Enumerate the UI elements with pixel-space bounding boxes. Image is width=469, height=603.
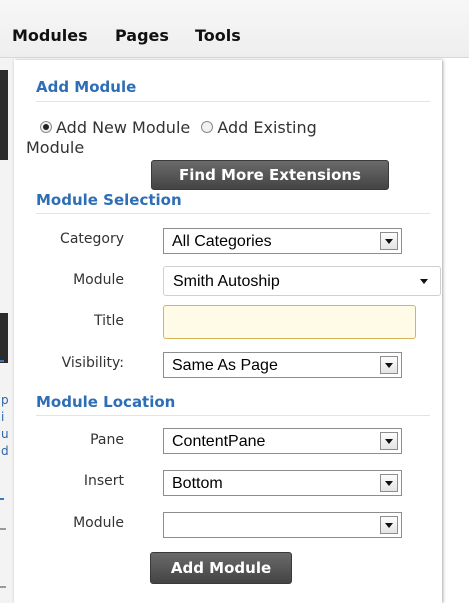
top-menu-bar: Modules Pages Tools bbox=[0, 0, 469, 58]
blue-mark bbox=[0, 360, 4, 362]
background-page-strip: p i u d bbox=[0, 58, 14, 603]
pane-label: Pane bbox=[90, 432, 124, 448]
dark-bar bbox=[0, 70, 8, 160]
menu-modules[interactable]: Modules bbox=[12, 26, 88, 45]
section-divider bbox=[36, 213, 430, 214]
module-type-radio-group: Add New Module Add Existing bbox=[40, 118, 420, 138]
pane-select-value: ContentPane bbox=[172, 433, 266, 450]
chevron-down-icon[interactable] bbox=[380, 474, 398, 492]
insert-select[interactable]: Bottom bbox=[163, 470, 402, 496]
dark-bar bbox=[0, 313, 8, 363]
radio-add-existing-module[interactable] bbox=[201, 121, 214, 133]
module-label: Module bbox=[73, 272, 124, 288]
grey-mark bbox=[0, 528, 6, 530]
add-module-button[interactable]: Add Module bbox=[150, 552, 292, 584]
chevron-down-icon[interactable] bbox=[380, 232, 398, 250]
find-more-extensions-button[interactable]: Find More Extensions bbox=[151, 160, 389, 190]
location-module-select[interactable] bbox=[163, 512, 402, 538]
blue-mark bbox=[0, 498, 4, 500]
grey-mark bbox=[0, 586, 6, 588]
category-select-value: All Categories bbox=[172, 233, 272, 250]
module-location-heading: Module Location bbox=[36, 393, 176, 411]
location-module-label: Module bbox=[73, 515, 124, 531]
radio-add-new-module-label[interactable]: Add New Module bbox=[56, 118, 190, 137]
menu-pages[interactable]: Pages bbox=[115, 26, 169, 45]
module-select[interactable]: Smith Autoship bbox=[163, 266, 441, 296]
menu-tools[interactable]: Tools bbox=[195, 26, 241, 45]
background-char: p bbox=[1, 393, 9, 407]
visibility-select[interactable]: Same As Page bbox=[163, 352, 402, 378]
title-input[interactable] bbox=[163, 305, 416, 339]
background-char: d bbox=[1, 444, 9, 458]
background-char: u bbox=[1, 427, 9, 441]
section-divider bbox=[36, 415, 430, 416]
title-label: Title bbox=[93, 313, 124, 329]
insert-select-value: Bottom bbox=[172, 475, 223, 492]
chevron-down-icon bbox=[420, 279, 428, 284]
module-select-value: Smith Autoship bbox=[173, 273, 280, 290]
add-module-heading: Add Module bbox=[36, 78, 137, 96]
background-char: i bbox=[1, 410, 5, 424]
radio-add-new-module[interactable] bbox=[40, 121, 52, 133]
visibility-label: Visibility: bbox=[61, 355, 124, 371]
chevron-down-icon[interactable] bbox=[380, 432, 398, 450]
category-select[interactable]: All Categories bbox=[163, 228, 402, 254]
chevron-down-icon[interactable] bbox=[380, 516, 398, 534]
category-label: Category bbox=[60, 231, 124, 247]
pane-select[interactable]: ContentPane bbox=[163, 428, 402, 454]
visibility-select-value: Same As Page bbox=[172, 357, 278, 374]
radio-existing-label-wrap[interactable]: Module bbox=[26, 138, 406, 158]
radio-add-existing-module-label[interactable]: Add Existing bbox=[217, 118, 316, 137]
add-module-panel: Add Module Add New Module Add Existing M… bbox=[14, 60, 442, 603]
chevron-down-icon[interactable] bbox=[380, 356, 398, 374]
insert-label: Insert bbox=[83, 473, 124, 489]
module-selection-heading: Module Selection bbox=[36, 191, 182, 209]
section-divider bbox=[36, 101, 430, 102]
